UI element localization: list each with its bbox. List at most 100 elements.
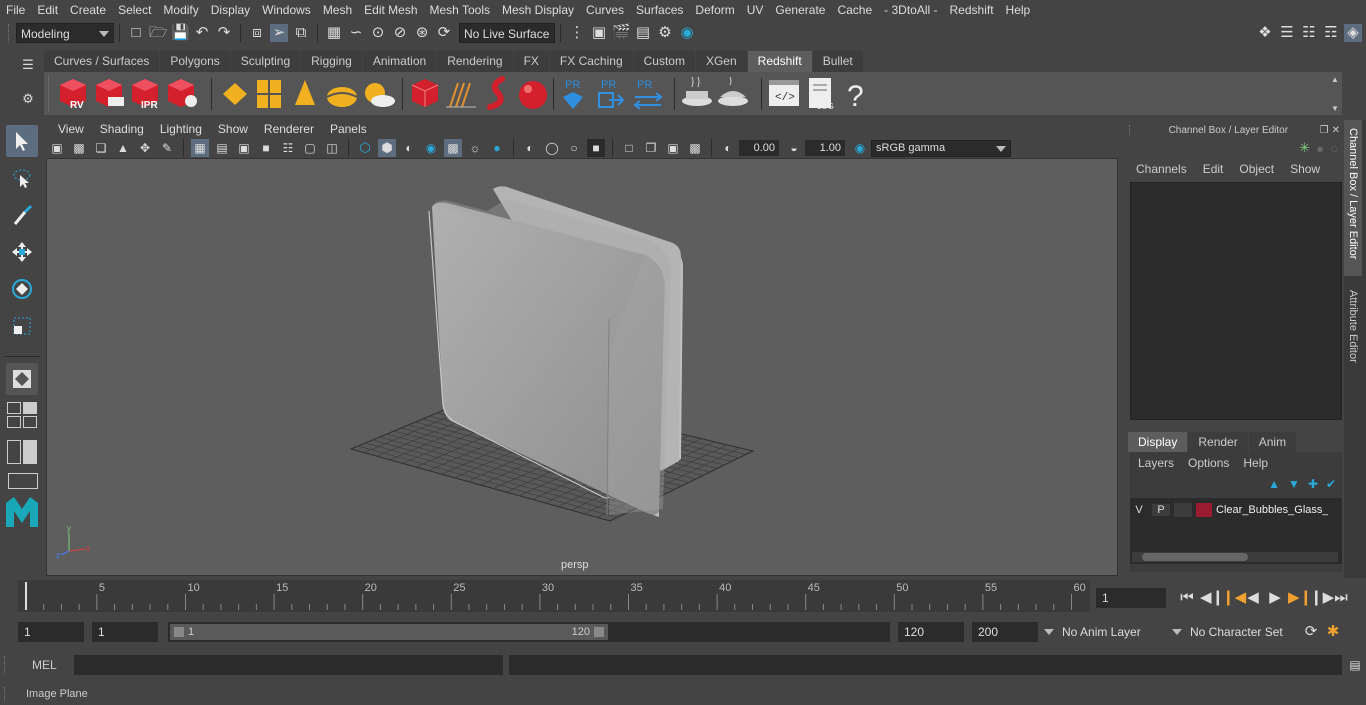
dome-panels-icon[interactable]: [257, 79, 281, 108]
time-slider[interactable]: 5101520253035404550556065707580859095100…: [18, 580, 1352, 612]
select-component-icon[interactable]: ⧉: [292, 24, 310, 42]
snap-point-icon[interactable]: ⊙: [369, 24, 387, 42]
shelf-grip[interactable]: [48, 75, 53, 112]
depth-of-field-icon[interactable]: ○: [565, 139, 583, 157]
soft-select-button[interactable]: [6, 363, 38, 395]
field-chart-icon[interactable]: ☷: [279, 139, 297, 157]
sphere-material-icon[interactable]: [519, 80, 547, 109]
undo-icon[interactable]: ↶: [193, 24, 211, 42]
camera-select-icon[interactable]: ▣: [48, 139, 66, 157]
menu-generate[interactable]: Generate: [769, 0, 831, 20]
ipr-render-rs-icon[interactable]: IPR: [132, 78, 158, 111]
layer-display-type[interactable]: [1174, 503, 1192, 517]
current-frame-field[interactable]: 1: [1096, 588, 1166, 608]
panel-grip[interactable]: [1129, 125, 1134, 135]
range-end-grip[interactable]: [594, 627, 604, 637]
dome-light-icon[interactable]: [326, 86, 358, 107]
anim-start-field[interactable]: 1: [18, 622, 84, 642]
shelf-scroll[interactable]: ▲ ▼: [1328, 75, 1342, 113]
menu-select[interactable]: Select: [112, 0, 157, 20]
menu-edit[interactable]: Edit: [31, 0, 64, 20]
menu-redshift[interactable]: Redshift: [944, 0, 1000, 20]
script-editor-icon[interactable]: </>: [769, 79, 799, 106]
help-question-icon[interactable]: ?: [847, 80, 864, 113]
viewport-menu-shading[interactable]: Shading: [92, 120, 152, 138]
3d-viewport[interactable]: y x z persp: [46, 158, 1118, 576]
tab-attribute-editor-vertical[interactable]: Attribute Editor: [1344, 282, 1362, 382]
sun-sky-icon[interactable]: [365, 82, 395, 107]
area-light-icon[interactable]: [223, 82, 247, 105]
redo-icon[interactable]: ↷: [215, 24, 233, 42]
persp-outliner-icon[interactable]: [23, 440, 37, 464]
tab-render[interactable]: Render: [1188, 432, 1248, 452]
layer-playback-toggle[interactable]: P: [1152, 504, 1170, 516]
safe-title-icon[interactable]: ◫: [323, 139, 341, 157]
attribute-editor-toggle-icon[interactable]: ☰: [1278, 24, 1296, 42]
menu-mesh[interactable]: Mesh: [317, 0, 358, 20]
scroll-down-icon[interactable]: ▼: [1331, 104, 1339, 113]
tab-display[interactable]: Display: [1128, 432, 1188, 452]
motion-blur-icon[interactable]: ◐: [521, 139, 539, 157]
channel-box-menu-channels[interactable]: Channels: [1126, 162, 1197, 176]
shelf-settings-icon[interactable]: ⚙: [18, 90, 38, 108]
range-slider[interactable]: 1 120: [168, 622, 890, 642]
snap-surface-icon[interactable]: ⊛: [413, 24, 431, 42]
menu-cache[interactable]: Cache: [831, 0, 878, 20]
rotate-tool-button[interactable]: [6, 273, 38, 305]
grid-toggle-icon[interactable]: ▦: [191, 139, 209, 157]
layer-editor-toggle-icon[interactable]: ◈: [1344, 24, 1362, 42]
viewport-menu-view[interactable]: View: [50, 120, 92, 138]
layout-four-icon[interactable]: [7, 416, 21, 428]
shadows-icon[interactable]: ☼: [466, 139, 484, 157]
grip-handle[interactable]: [8, 24, 13, 42]
layer-row[interactable]: V P Clear_Bubbles_Glass_B: [1130, 498, 1342, 520]
anim-layer-dropdown[interactable]: No Anim Layer: [1042, 622, 1168, 642]
2d-pan-zoom-icon[interactable]: ✥: [136, 139, 154, 157]
layout-two-icon[interactable]: [23, 402, 37, 414]
viewport-menu-lighting[interactable]: Lighting: [152, 120, 210, 138]
menu-mesh-tools[interactable]: Mesh Tools: [424, 0, 496, 20]
layer-visibility-toggle[interactable]: V: [1130, 504, 1148, 516]
anim-preferences-icon[interactable]: ✱: [1324, 623, 1342, 641]
film-gate-icon[interactable]: ▤: [213, 139, 231, 157]
move-layer-down-icon[interactable]: ▼: [1288, 477, 1300, 491]
open-scene-icon[interactable]: 🗁: [149, 24, 168, 42]
menu-help[interactable]: Help: [1000, 0, 1037, 20]
viewport-menu-renderer[interactable]: Renderer: [256, 120, 322, 138]
spot-light-icon[interactable]: [295, 79, 315, 105]
image-plane-icon[interactable]: ▲: [114, 139, 132, 157]
menu-create[interactable]: Create: [64, 0, 112, 20]
grip-handle[interactable]: [4, 686, 9, 701]
render-frame-icon[interactable]: 🎬: [612, 24, 631, 42]
snap-curve-icon[interactable]: ∽: [347, 24, 365, 42]
speed-icon[interactable]: ●: [1316, 141, 1324, 156]
grease-pencil-icon[interactable]: ✎: [158, 139, 176, 157]
shelf-menu-icon[interactable]: ☰: [18, 56, 38, 74]
channel-box-menu-show[interactable]: Show: [1284, 162, 1326, 176]
resolution-gate-icon[interactable]: ▣: [235, 139, 253, 157]
tab-polygons[interactable]: Polygons: [160, 51, 230, 72]
proxy-icon[interactable]: [411, 78, 439, 107]
menu-uv[interactable]: UV: [741, 0, 770, 20]
tab-rendering[interactable]: Rendering: [437, 51, 513, 72]
camera-attributes-icon[interactable]: ▩: [70, 139, 88, 157]
render-view-icon[interactable]: ▣: [590, 24, 608, 42]
modeling-toolkit-icon[interactable]: ❖: [1256, 24, 1274, 42]
move-tool-button[interactable]: [6, 236, 38, 268]
menu-3dtoall[interactable]: - 3DtoAll -: [878, 0, 943, 20]
tab-fx-caching[interactable]: FX Caching: [549, 51, 633, 72]
tab-xgen[interactable]: XGen: [695, 51, 747, 72]
gate-mask-icon[interactable]: ■: [257, 139, 275, 157]
go-to-start-icon[interactable]: ⏮: [1178, 589, 1196, 607]
safe-action-icon[interactable]: ▢: [301, 139, 319, 157]
new-scene-icon[interactable]: □: [127, 24, 145, 42]
render-settings-rs-icon[interactable]: [168, 78, 197, 107]
lasso-tool-button[interactable]: [6, 162, 38, 194]
snap-grid-icon[interactable]: ▦: [325, 24, 343, 42]
tab-anim[interactable]: Anim: [1248, 432, 1297, 452]
channel-box-toggle-icon[interactable]: ☶: [1322, 24, 1340, 42]
color-management-icon[interactable]: ◉: [851, 139, 869, 157]
scrollbar-thumb[interactable]: [1142, 553, 1248, 561]
select-tool-button[interactable]: [6, 125, 38, 157]
layer-color-swatch[interactable]: [1196, 503, 1212, 517]
